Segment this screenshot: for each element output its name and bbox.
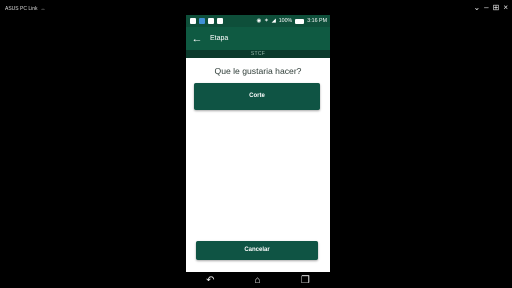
- clock: 3:16 PM: [307, 18, 327, 24]
- nav-recent-icon[interactable]: ❐: [301, 275, 310, 286]
- app-icon: [199, 18, 205, 24]
- corte-button[interactable]: Corte: [194, 83, 320, 110]
- back-arrow-icon[interactable]: ←: [186, 33, 208, 45]
- message-icon: [190, 18, 196, 24]
- subtitle-bar: STCF: [186, 50, 330, 58]
- bluetooth-icon: ✶: [264, 18, 269, 24]
- notification-icon: [208, 18, 214, 24]
- cancel-button[interactable]: Cancelar: [196, 241, 318, 260]
- close-icon[interactable]: ×: [503, 3, 508, 13]
- signal-icon: ◢: [271, 18, 276, 24]
- minimize-icon[interactable]: –: [484, 3, 488, 13]
- status-bar: ◉ ✶ ◢ 100% 3:16 PM: [186, 15, 330, 27]
- android-nav-bar: ↶ ⌂ ❐: [186, 272, 330, 288]
- host-titlebar: ASUS PC Link ↔: [5, 4, 46, 14]
- sync-icon: [217, 18, 223, 24]
- location-icon: ◉: [256, 18, 262, 24]
- battery-icon: [295, 18, 305, 24]
- link-icon: ↔: [40, 6, 46, 12]
- grid-icon[interactable]: ⊞: [493, 3, 500, 13]
- app-toolbar: ← Etapa: [186, 27, 330, 50]
- notification-icons: [190, 18, 223, 24]
- toolbar-title: Etapa: [210, 35, 229, 42]
- battery-percent: 100%: [278, 18, 293, 24]
- system-icons: ◉ ✶ ◢ 100% 3:16 PM: [257, 18, 327, 24]
- question-text: Que le gustaria hacer?: [214, 66, 302, 76]
- window-controls: ⌄ – ⊞ ×: [473, 3, 508, 13]
- nav-home-icon[interactable]: ⌂: [255, 275, 261, 286]
- collapse-icon[interactable]: ⌄: [473, 3, 480, 13]
- nav-back-icon[interactable]: ↶: [206, 275, 214, 286]
- phone-screen: ◉ ✶ ◢ 100% 3:16 PM ← Etapa STCF Que le g…: [186, 15, 330, 272]
- host-title-text: ASUS PC Link: [5, 6, 38, 12]
